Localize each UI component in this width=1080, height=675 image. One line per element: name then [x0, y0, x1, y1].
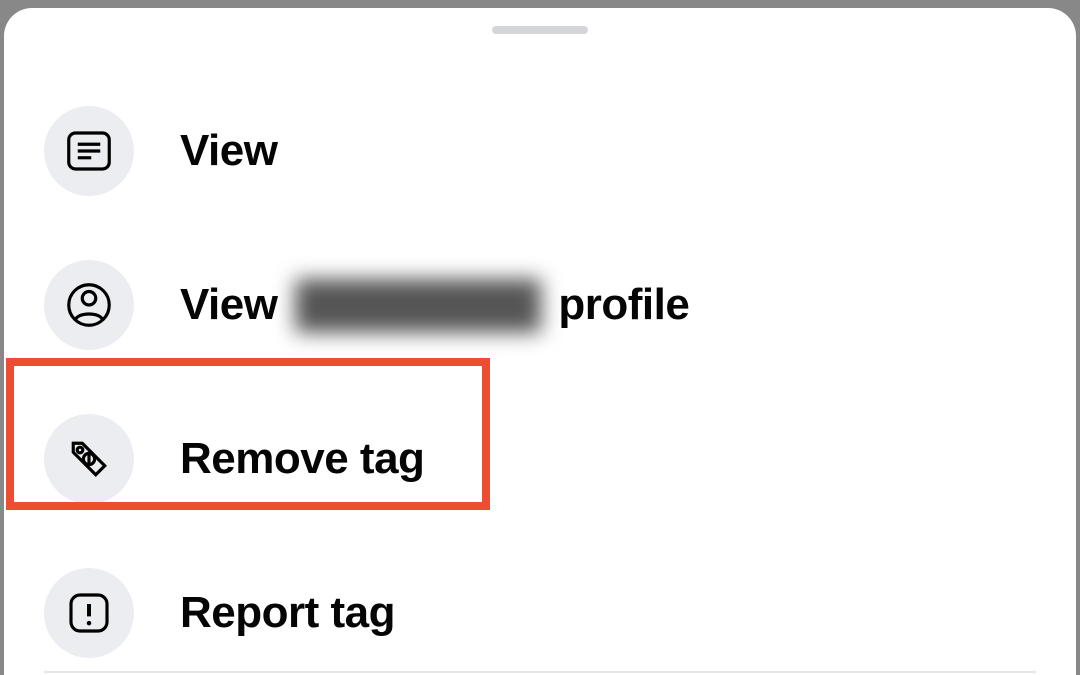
menu-item-label: Report tag	[180, 588, 395, 638]
divider	[44, 671, 1036, 673]
drag-handle[interactable]	[492, 26, 588, 34]
menu-item-view-profile[interactable]: View ████████ profile	[4, 228, 1076, 382]
menu-list: View View ████████ profile	[4, 74, 1076, 675]
menu-item-view[interactable]: View	[4, 74, 1076, 228]
menu-item-remove-tag[interactable]: Remove tag	[4, 382, 1076, 536]
exclamation-icon	[44, 568, 134, 658]
menu-item-label: Remove tag	[180, 434, 424, 484]
tag-icon	[44, 414, 134, 504]
menu-item-report-tag[interactable]: Report tag	[4, 536, 1076, 675]
menu-item-label: View	[180, 126, 277, 176]
person-icon	[44, 260, 134, 350]
document-icon	[44, 106, 134, 196]
menu-item-label: View ████████ profile	[180, 280, 689, 330]
action-sheet: View View ████████ profile	[4, 8, 1076, 675]
